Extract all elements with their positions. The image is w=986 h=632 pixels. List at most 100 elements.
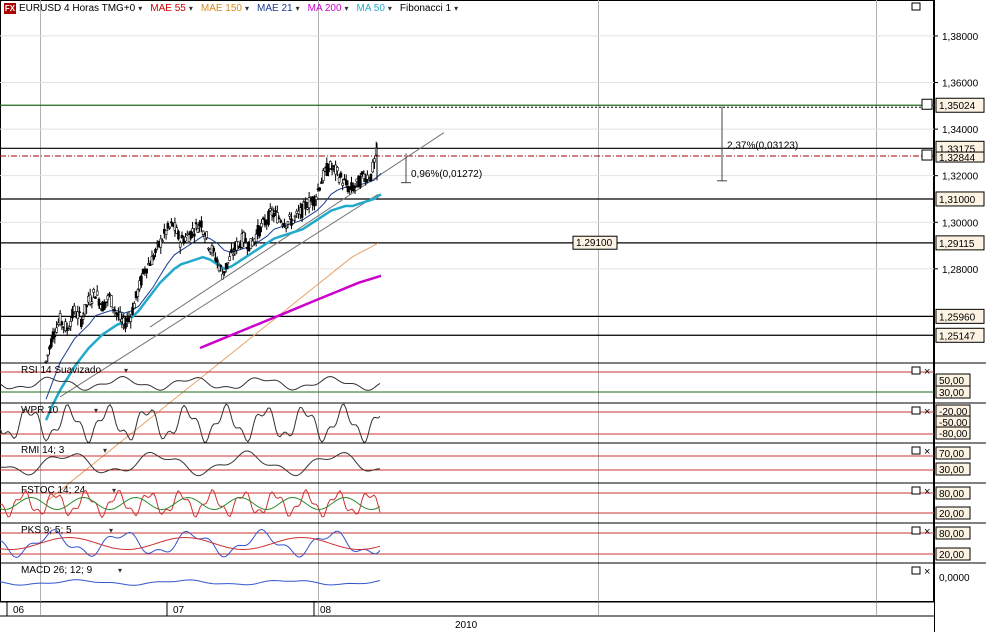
- candle-body: [104, 301, 108, 304]
- candle-body: [108, 293, 111, 296]
- candle-body: [291, 219, 295, 224]
- candle-body: [371, 161, 375, 173]
- maximize-button[interactable]: [911, 566, 921, 575]
- candle-body: [362, 173, 366, 179]
- maximize-button[interactable]: [911, 526, 921, 535]
- legend-item-1[interactable]: MAE 55: [150, 3, 186, 14]
- candle-body: [194, 222, 198, 225]
- maximize-button[interactable]: [911, 446, 921, 455]
- candle-body: [329, 161, 332, 169]
- legend-dropdown-icon[interactable]: ▾: [138, 4, 142, 13]
- candle-body: [67, 328, 71, 331]
- candle-body: [258, 226, 261, 237]
- candle-body: [369, 173, 373, 181]
- candle-body: [286, 221, 290, 225]
- candle-body: [230, 249, 233, 253]
- candle-body: [111, 307, 115, 310]
- candle-body: [90, 301, 94, 304]
- panel-level-label: 80,00: [939, 529, 964, 540]
- legend-item-4[interactable]: MA 200: [308, 3, 342, 14]
- candle-body: [81, 316, 85, 320]
- year-label: 2010: [455, 620, 478, 631]
- panel-level-label: -80,00: [939, 429, 968, 440]
- maximize-button[interactable]: [911, 486, 921, 495]
- candle-body: [276, 212, 279, 224]
- panel-level-label: 70,00: [939, 449, 964, 460]
- candle-body: [131, 307, 134, 315]
- candle-body: [344, 179, 348, 186]
- x-tick-label: 06: [13, 605, 25, 616]
- y-tick-label: 1,34000: [942, 125, 979, 136]
- candle-body: [110, 295, 113, 308]
- candle-body: [200, 220, 203, 228]
- indicator-name: MACD 26; 12; 9: [21, 565, 93, 576]
- candle-body: [159, 238, 163, 248]
- maximize-button[interactable]: [911, 2, 921, 11]
- level-label: 1,31000: [939, 195, 976, 206]
- indicator-name: RSI 14 Suavizado: [21, 365, 101, 376]
- indicator-dropdown-icon[interactable]: ▾: [109, 526, 113, 535]
- candle-body: [161, 240, 164, 242]
- panel-level-label: 80,00: [939, 489, 964, 500]
- candle-body: [336, 167, 339, 172]
- candle-body: [223, 271, 226, 274]
- candle-body: [221, 273, 224, 280]
- candle-body: [215, 259, 219, 263]
- indicator-dropdown-icon[interactable]: ▾: [124, 366, 128, 375]
- indicator-dropdown-icon[interactable]: ▾: [112, 486, 116, 495]
- panel-level-label: 50,00: [939, 376, 964, 387]
- legend-item-3[interactable]: MAE 21: [257, 3, 293, 14]
- candle-body: [154, 248, 157, 253]
- candle-body: [106, 295, 110, 301]
- candle-body: [118, 312, 122, 320]
- level-label: 1,35024: [939, 101, 976, 112]
- candle-body: [53, 334, 57, 338]
- indicator-dropdown-icon[interactable]: ▾: [118, 566, 122, 575]
- candle-body: [307, 197, 311, 209]
- candle-body: [177, 231, 180, 240]
- legend-dropdown-icon[interactable]: ▾: [296, 4, 300, 13]
- close-icon: ×: [924, 366, 930, 378]
- panel-level-label: 30,00: [939, 388, 964, 399]
- close-icon: ×: [924, 566, 930, 578]
- legend-item-2[interactable]: MAE 150: [201, 3, 242, 14]
- ma50-line: [44, 193, 382, 421]
- legend-dropdown-icon[interactable]: ▾: [345, 4, 349, 13]
- maximize-button[interactable]: [911, 406, 921, 415]
- candle-body: [124, 322, 127, 329]
- candle-body: [49, 338, 53, 348]
- candle-body: [102, 301, 106, 310]
- chart-legend-bar: FX EURUSD 4 Horas TMG+0 ▾ MAE 55 ▾ MAE 150 ▾ M…: [4, 2, 466, 15]
- candle-body: [164, 230, 168, 235]
- legend-dropdown-icon[interactable]: ▾: [189, 4, 193, 13]
- indicator-line: [0, 579, 381, 586]
- candle-body: [339, 172, 343, 178]
- maximize-button[interactable]: [911, 366, 921, 375]
- legend-item-6[interactable]: Fibonacci 1: [400, 3, 451, 14]
- candle-body: [193, 233, 196, 237]
- legend-dropdown-icon[interactable]: ▾: [245, 4, 249, 13]
- candle-body: [60, 321, 64, 326]
- drawing-handle: [921, 149, 933, 161]
- indicator-dropdown-icon[interactable]: ▾: [103, 446, 107, 455]
- legend-item-5[interactable]: MA 50: [357, 3, 385, 14]
- indicator-name: RMI 14; 3: [21, 445, 65, 456]
- candle-body: [85, 304, 88, 308]
- candle-body: [318, 187, 322, 191]
- candle-body: [191, 228, 194, 233]
- candle-body: [201, 230, 205, 235]
- candle-body: [254, 233, 258, 242]
- measure-label: 2,37%(0,03123): [727, 141, 798, 152]
- measure-label: 0,96%(0,01272): [411, 169, 482, 180]
- y-tick-label: 1,30000: [942, 218, 979, 229]
- indicator-dropdown-icon[interactable]: ▾: [94, 406, 98, 415]
- legend-dropdown-icon[interactable]: ▾: [454, 4, 458, 13]
- legend-dropdown-icon[interactable]: ▾: [388, 4, 392, 13]
- candle-body: [330, 168, 334, 171]
- candle-body: [219, 265, 223, 268]
- candle-body: [231, 253, 235, 256]
- candle-body: [212, 247, 216, 252]
- candle-body: [272, 212, 276, 218]
- legend-item-0[interactable]: EURUSD 4 Horas TMG+0: [19, 3, 135, 14]
- candle-body: [55, 327, 58, 333]
